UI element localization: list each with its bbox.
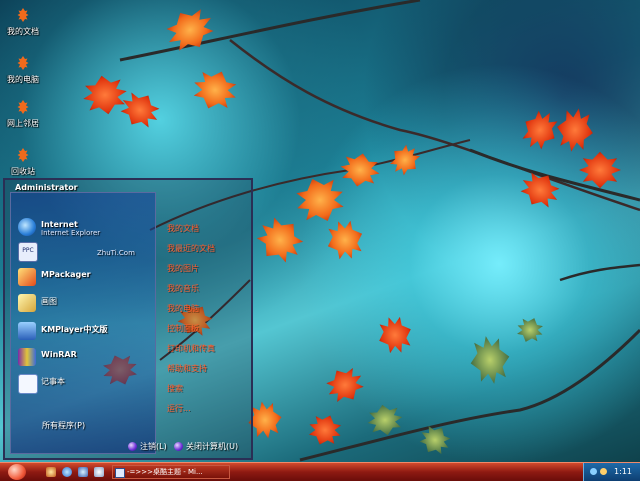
right-link-run[interactable]: 运行... xyxy=(167,403,191,414)
program-subtitle: ZhuTi.Com xyxy=(97,249,135,257)
folder-icon[interactable] xyxy=(94,467,104,477)
desktop-icon-recycle-bin[interactable]: 回收站 xyxy=(0,148,46,177)
kmplayer-icon xyxy=(18,322,36,340)
program-item-kmplayer[interactable]: KMPlayer中文版 xyxy=(17,321,155,343)
program-item-internet[interactable]: Internet Internet Explorer xyxy=(17,217,155,239)
program-item-notepad[interactable]: 记事本 xyxy=(17,373,155,395)
notepad-icon xyxy=(18,374,38,394)
right-link-my-documents[interactable]: 我的文档 xyxy=(167,223,199,234)
program-name: MPackager xyxy=(41,270,91,279)
logoff-label: 注销(L) xyxy=(140,442,167,451)
maple-leaf-icon xyxy=(17,148,29,162)
right-link-printers[interactable]: 打印机和传真 xyxy=(167,343,215,354)
volume-icon[interactable] xyxy=(600,468,607,475)
desktop-icon-my-computer[interactable]: 我的电脑 xyxy=(0,56,46,85)
program-name: WinRAR xyxy=(41,350,77,359)
desktop-icon-label: 我的文档 xyxy=(7,27,39,36)
maple-leaf-icon xyxy=(17,8,29,22)
paint-icon xyxy=(18,294,36,312)
all-programs-button[interactable]: 所有程序(P) xyxy=(42,420,85,431)
winrar-icon xyxy=(18,348,36,366)
right-link-my-computer[interactable]: 我的电脑 xyxy=(167,303,199,314)
desktop-icon-label: 我的电脑 xyxy=(7,75,39,84)
start-menu: Administrator Internet Internet Explorer… xyxy=(3,178,253,460)
desktop-icon-label: 回收站 xyxy=(11,167,35,176)
program-name: 记事本 xyxy=(41,377,65,386)
start-menu-program-list: Internet Internet Explorer PPC ZhuTi.Com… xyxy=(10,192,156,454)
right-link-my-music[interactable]: 我的音乐 xyxy=(167,283,199,294)
network-icon[interactable] xyxy=(590,468,597,475)
program-name: Internet xyxy=(41,220,78,229)
right-link-search[interactable]: 搜索 xyxy=(167,383,183,394)
shutdown-icon xyxy=(174,442,183,451)
right-link-control-panel[interactable]: 控制面板 xyxy=(167,323,199,334)
media-player-icon[interactable] xyxy=(78,467,88,477)
desktop-icon-label: 网上邻居 xyxy=(7,119,39,128)
program-item-winrar[interactable]: WinRAR xyxy=(17,347,155,369)
right-link-help[interactable]: 帮助和支持 xyxy=(167,363,207,374)
taskbar-window-button[interactable]: -=>>>桌酷主题 - Mi... xyxy=(112,465,230,479)
system-tray: 1:11 xyxy=(583,463,640,481)
desktop-icon-my-documents[interactable]: 我的文档 xyxy=(0,8,46,37)
clock[interactable]: 1:11 xyxy=(614,467,632,476)
taskbar: -=>>>桌酷主题 - Mi... 1:11 xyxy=(0,462,640,481)
shutdown-label: 关闭计算机(U) xyxy=(186,442,239,451)
start-menu-user-name: Administrator xyxy=(15,183,78,192)
packager-icon xyxy=(18,268,36,286)
internet-explorer-icon[interactable] xyxy=(62,467,72,477)
program-name: 画图 xyxy=(41,297,57,306)
shutdown-button[interactable]: 关闭计算机(U) xyxy=(174,441,238,455)
ppc-icon: PPC xyxy=(18,242,38,262)
logoff-button[interactable]: 注销(L) xyxy=(128,441,167,455)
program-subtitle: Internet Explorer xyxy=(41,229,101,237)
show-desktop-icon[interactable] xyxy=(46,467,56,477)
maple-leaf-icon xyxy=(17,100,29,114)
internet-explorer-icon xyxy=(18,218,36,236)
taskbar-window-title: -=>>>桌酷主题 - Mi... xyxy=(127,468,203,476)
program-item-ppc[interactable]: PPC ZhuTi.Com xyxy=(17,241,155,263)
program-name: KMPlayer中文版 xyxy=(41,325,108,334)
right-link-recent-documents[interactable]: 我最近的文档 xyxy=(167,243,215,254)
start-button[interactable] xyxy=(8,464,26,480)
logoff-icon xyxy=(128,442,137,451)
document-icon xyxy=(115,468,125,478)
desktop-icon-network-places[interactable]: 网上邻居 xyxy=(0,100,46,129)
program-item-packager[interactable]: MPackager xyxy=(17,267,155,289)
right-link-my-pictures[interactable]: 我的图片 xyxy=(167,263,199,274)
maple-leaf-icon xyxy=(17,56,29,70)
program-item-paint[interactable]: 画图 xyxy=(17,293,155,315)
